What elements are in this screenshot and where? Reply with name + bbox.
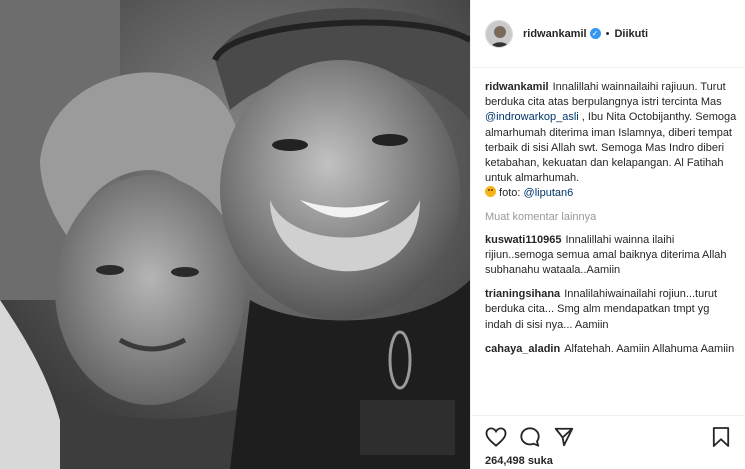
mention-link[interactable]: @indrowarkop_asli	[485, 111, 579, 123]
separator-dot: •	[605, 27, 610, 40]
load-more-comments-button[interactable]: Muat komentar lainnya	[485, 211, 737, 223]
likes-count[interactable]: 264,498 suka	[485, 455, 732, 467]
share-icon[interactable]	[553, 426, 575, 448]
comment-username[interactable]: cahaya_aladin	[485, 343, 560, 355]
verified-badge-icon: ✓	[589, 28, 601, 39]
comment-item: cahaya_aladin Alfatehah. Aamiin Allahuma …	[485, 342, 737, 357]
comments-list[interactable]: ridwankamil Innalillahi wainnailaihi raji…	[485, 80, 737, 410]
post-side-panel: ridwankamil ✓ • Diikuti ridwankamil Innal…	[470, 0, 745, 469]
comment-item: kuswati110965 Innalillahi wainna ilaihi r…	[485, 233, 737, 279]
following-button[interactable]: Diikuti	[614, 28, 648, 40]
post-actions-bar: 264,498 suka	[471, 415, 745, 469]
caption-username[interactable]: ridwankamil	[485, 81, 549, 93]
caption-text-3: foto:	[496, 187, 524, 200]
heart-icon[interactable]	[485, 426, 507, 448]
comment-username[interactable]: trianingsihana	[485, 288, 560, 300]
comment-text: Alfatehah. Aamiin Allahuma Aamiin	[564, 342, 735, 355]
sad-face-emoji-icon	[485, 186, 496, 198]
avatar-image	[486, 20, 512, 47]
photo-grayscale-couple	[0, 0, 470, 469]
caption: ridwankamil Innalillahi wainnailaihi raji…	[485, 80, 737, 202]
comment-icon[interactable]	[519, 426, 541, 448]
post-header: ridwankamil ✓ • Diikuti	[471, 0, 745, 68]
avatar[interactable]	[485, 19, 513, 48]
post-photo[interactable]	[0, 0, 470, 469]
post-author-username[interactable]: ridwankamil	[523, 28, 587, 40]
bookmark-icon[interactable]	[710, 426, 732, 448]
mention-link[interactable]: @liputan6	[524, 187, 574, 199]
comment-item: trianingsihana Innalilahiwainailahi rojiu…	[485, 287, 737, 333]
comment-username[interactable]: kuswati110965	[485, 234, 561, 246]
